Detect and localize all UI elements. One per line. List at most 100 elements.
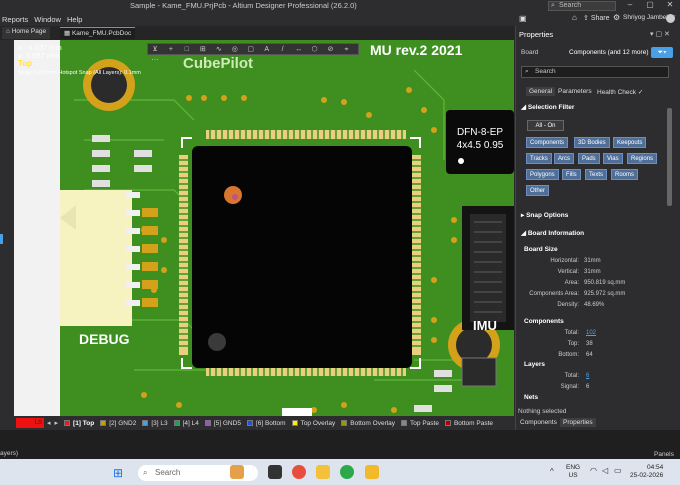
board-silkscreen-title: MU rev.2 2021: [370, 42, 463, 58]
comp-bottom-value: 64: [586, 352, 593, 358]
panel-marker[interactable]: [0, 234, 3, 244]
close-button[interactable]: ✕: [660, 0, 680, 12]
pad-icon[interactable]: ▢: [244, 44, 258, 55]
volume-icon[interactable]: ◁: [602, 466, 608, 475]
panel-tab-components[interactable]: Components: [517, 418, 560, 427]
layer-tab-bottom-overlay[interactable]: Bottom Overlay: [341, 420, 395, 427]
selection-filter-header[interactable]: ◢ Selection Filter: [521, 103, 574, 111]
keepout-icon[interactable]: ⊘: [323, 44, 337, 55]
tab-health-check[interactable]: Health Check ✓: [594, 87, 646, 97]
maximize-button[interactable]: ▢: [640, 0, 660, 12]
snap-options-header[interactable]: ▸ Snap Options: [521, 211, 568, 219]
layers-total-link[interactable]: 6: [586, 373, 589, 379]
layer-tab-top-overlay[interactable]: Top Overlay: [291, 420, 335, 427]
global-search-input[interactable]: ⌕ Search: [548, 1, 616, 11]
layer-tab-gnd2[interactable]: [2] GND2: [100, 420, 136, 427]
notifications-icon[interactable]: ▣: [519, 14, 527, 23]
home-icon[interactable]: ⌂: [572, 13, 577, 22]
share-button[interactable]: ⇪ Share: [583, 14, 610, 22]
text-icon[interactable]: A: [260, 44, 274, 55]
horizontal-key: Horizontal:: [550, 258, 579, 264]
layer-tabs-bar: LS ◂ ▸ [1] Top [2] GND2 [3] L3 [4] L4 [5…: [0, 416, 515, 430]
filter-3d-bodies[interactable]: 3D Bodies: [574, 137, 610, 148]
filter-other[interactable]: Other: [526, 185, 550, 196]
layer-scroll-right[interactable]: ▸: [55, 419, 59, 427]
filter-fills[interactable]: Fills: [562, 169, 581, 180]
measure-icon[interactable]: ⌖: [339, 44, 353, 55]
filter-arcs[interactable]: Arcs: [554, 153, 574, 164]
layer-tab-top-paste[interactable]: Top Paste: [401, 420, 439, 427]
tray-chevron-icon[interactable]: ^: [550, 467, 554, 476]
filter-keepouts[interactable]: Keepouts: [613, 137, 647, 148]
search-icon: ⌕: [551, 2, 555, 9]
all-on-button[interactable]: All - On: [527, 120, 564, 131]
board-label: Board: [521, 49, 539, 56]
chrome-icon[interactable]: [292, 465, 306, 479]
dfn-component[interactable]: DFN-8-EP 4x4.5 0.95: [446, 110, 514, 174]
filter-pads[interactable]: Pads: [578, 153, 600, 164]
filter-vias[interactable]: Vias: [603, 153, 623, 164]
dimension-icon[interactable]: ↔: [292, 44, 306, 55]
filter-texts[interactable]: Texts: [585, 169, 608, 180]
avatar[interactable]: [666, 14, 675, 23]
layer-swatch: [173, 420, 180, 426]
area-key: Area:: [564, 280, 579, 286]
taskbar-widget-icon[interactable]: [230, 465, 244, 479]
layer-tab-top[interactable]: [1] Top: [64, 420, 94, 427]
battery-icon[interactable]: ▭: [614, 466, 622, 475]
tab-general[interactable]: General: [526, 87, 556, 96]
panel-tab-properties[interactable]: Properties: [560, 418, 596, 427]
pcb-canvas[interactable]: [14, 40, 514, 416]
taskview-icon[interactable]: [268, 465, 282, 479]
menu-window[interactable]: Window: [34, 15, 61, 24]
filter-regions[interactable]: Regions: [627, 153, 658, 164]
panel-options-icon[interactable]: ▾ ▢ ✕: [650, 30, 670, 38]
start-button[interactable]: ⊞: [113, 466, 123, 480]
comp-total-link[interactable]: 102: [586, 330, 596, 336]
layer-tab-bottom-paste[interactable]: Bottom Paste: [444, 420, 493, 427]
tab-home-page[interactable]: ⌂ Home Page: [2, 27, 51, 39]
filter-tracks[interactable]: Tracks: [526, 153, 552, 164]
cursor-coordinates: x: -4.037 mm y: 3.657 mm Top: [18, 44, 62, 68]
layer-tab-l4[interactable]: [4] L4: [173, 420, 199, 427]
wifi-icon[interactable]: ◠: [590, 466, 597, 475]
select-icon[interactable]: □: [180, 44, 194, 55]
layer-tab-gnd5[interactable]: [5] GND5: [204, 420, 241, 427]
debug-silkscreen-label: DEBUG: [79, 331, 130, 347]
panels-button[interactable]: Panels: [654, 451, 674, 458]
settings-icon[interactable]: ⚙: [613, 13, 620, 22]
polygon-icon[interactable]: ⬡: [308, 44, 322, 55]
altium-icon[interactable]: [316, 465, 330, 479]
align-icon[interactable]: ⊞: [196, 44, 210, 55]
board-information-header[interactable]: ◢ Board Information: [521, 229, 584, 237]
filter-icon[interactable]: ⊻: [148, 44, 162, 55]
tab-pcbdoc[interactable]: ▦ Kame_FMU.PcbDoc: [60, 27, 136, 39]
line-icon[interactable]: /: [276, 44, 290, 55]
more-icon[interactable]: ⋯: [148, 55, 162, 66]
clock[interactable]: 04:54 25-02-2026: [630, 464, 663, 480]
filter-polygons[interactable]: Polygons: [526, 169, 559, 180]
language-indicator[interactable]: ENG US: [566, 464, 580, 480]
filter-rooms[interactable]: Rooms: [611, 169, 639, 180]
route-icon[interactable]: ∿: [212, 44, 226, 55]
properties-scrollbar[interactable]: [667, 108, 672, 206]
selection-summary[interactable]: Components (and 12 more): [569, 49, 649, 56]
properties-search-input[interactable]: ⌕ Search: [521, 66, 669, 78]
tab-parameters[interactable]: Parameters: [555, 87, 595, 96]
filter-icon[interactable]: ⏷▾: [651, 47, 673, 58]
chrome-profile-icon[interactable]: [340, 465, 354, 479]
minimize-button[interactable]: –: [620, 0, 640, 12]
menu-reports[interactable]: Reports: [2, 15, 28, 24]
horizontal-value: 31mm: [584, 258, 601, 264]
layer-scroll-left[interactable]: ◂: [47, 419, 51, 427]
via-icon[interactable]: ◎: [228, 44, 242, 55]
menu-help[interactable]: Help: [67, 15, 82, 24]
current-layer-swatch[interactable]: LS: [16, 418, 44, 428]
add-icon[interactable]: +: [164, 44, 178, 55]
layer-tab-bottom[interactable]: [6] Bottom: [246, 420, 286, 427]
pcb-artwork: [14, 40, 514, 416]
filter-components[interactable]: Components: [526, 137, 569, 148]
layer-swatch: [100, 420, 107, 426]
file-explorer-icon[interactable]: [365, 465, 379, 479]
layer-tab-l3[interactable]: [3] L3: [142, 420, 168, 427]
